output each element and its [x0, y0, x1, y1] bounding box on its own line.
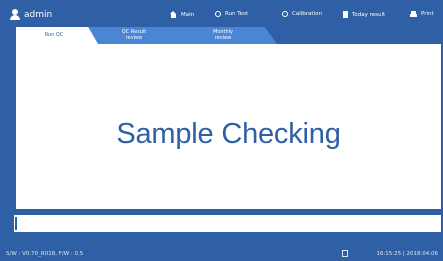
user-name: admin	[24, 9, 53, 20]
printer-icon	[410, 11, 417, 17]
nav-run-test-label: Run Test	[225, 11, 249, 17]
app-screen: admin Main Run Test Calibration Today re…	[0, 0, 443, 261]
home-icon	[170, 11, 177, 18]
tab-run-qc-label: Run QC	[44, 31, 64, 38]
tab-monthly-review[interactable]: Monthly review	[175, 27, 277, 44]
status-bar: S/W : V0.70_R018, F/W : 0.5 16:15:25 | 2…	[0, 246, 443, 261]
usb-icon	[342, 250, 348, 257]
nav-today-result-button[interactable]: Today result	[343, 11, 385, 18]
progress-bar	[14, 215, 441, 232]
nav-today-result-label: Today result	[352, 11, 386, 18]
nav-main-label: Main	[181, 11, 195, 18]
tab-run-qc[interactable]: Run QC	[16, 27, 98, 44]
version-info: S/W : V0.70_R018, F/W : 0.5	[6, 251, 84, 257]
status-message: Sample Checking	[116, 118, 341, 150]
tab-monthly-label-line2: review	[214, 34, 232, 41]
main-panel: Sample Checking	[16, 44, 441, 209]
user-icon	[10, 9, 20, 20]
nav-calibration-button[interactable]: Calibration	[282, 11, 322, 17]
nav-calibration-label: Calibration	[292, 11, 322, 17]
nav-print-button[interactable]: Print	[410, 11, 434, 17]
circle-icon	[282, 11, 288, 17]
date-time: 16:15:25 | 2018.04.06	[376, 251, 438, 257]
nav-print-label: Print	[421, 11, 434, 17]
top-bar: admin Main Run Test Calibration Today re…	[0, 0, 443, 28]
progress-bar-fill	[15, 217, 17, 230]
nav-main-button[interactable]: Main	[170, 11, 194, 18]
nav-run-test-button[interactable]: Run Test	[215, 11, 248, 17]
tab-qc-result-review[interactable]: QC Result review	[86, 27, 188, 44]
user-account[interactable]: admin	[10, 9, 52, 20]
document-icon	[343, 11, 348, 18]
circle-icon	[215, 11, 221, 17]
tab-qc-result-label-line2: review	[125, 34, 143, 41]
